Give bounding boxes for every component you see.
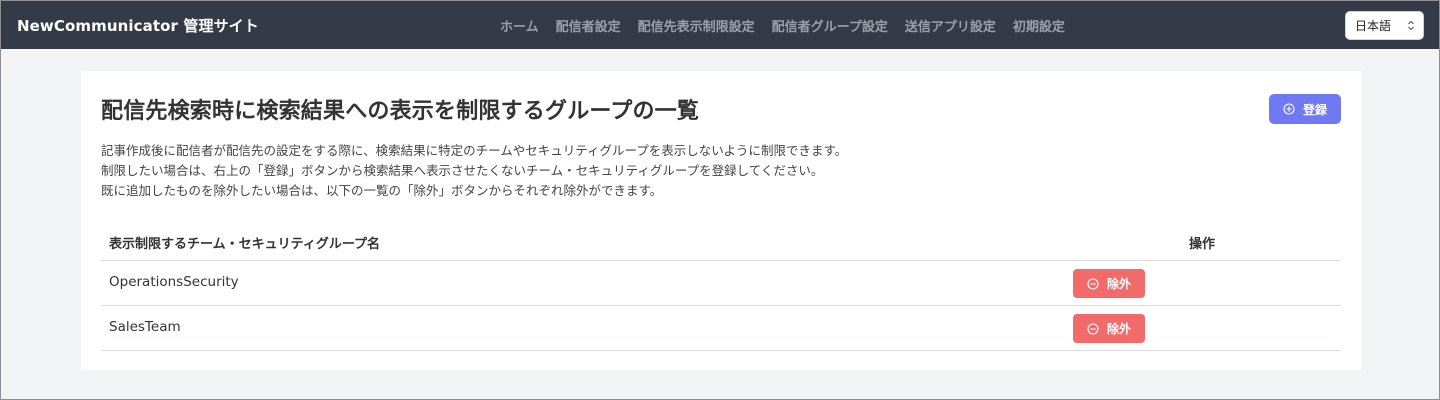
nav-item-sender-settings[interactable]: 配信者設定 [556, 16, 621, 35]
brand-title[interactable]: NewCommunicator 管理サイト [17, 1, 259, 49]
minus-circle-icon [1087, 277, 1099, 290]
nav-item-sender-group-settings[interactable]: 配信者グループ設定 [772, 16, 888, 35]
description-line: 制限したい場合は、右上の「登録」ボタンから検索結果へ表示させたくないチーム・セキ… [101, 163, 824, 178]
nav-item-destination-restriction[interactable]: 配信先表示制限設定 [638, 16, 755, 35]
plus-circle-icon [1283, 103, 1295, 115]
language-select-value: 日本語 [1355, 19, 1392, 33]
top-navbar: NewCommunicator 管理サイト ホーム 配信者設定 配信先表示制限設… [1, 1, 1439, 49]
table-header: 表示制限するチーム・セキュリティグループ名 操作 [101, 222, 1341, 261]
description-line: 既に追加したものを除外したい場合は、以下の一覧の「除外」ボタンからそれぞれ除外が… [101, 183, 663, 198]
remove-button-label: 除外 [1106, 277, 1131, 291]
nav-item-initial-settings[interactable]: 初期設定 [1013, 16, 1065, 35]
description-line: 記事作成後に配信者が配信先の設定をする際に、検索結果に特定のチームやセキュリティ… [101, 143, 848, 158]
group-name-cell: OperationsSecurity [109, 274, 239, 290]
remove-button[interactable]: 除外 [1073, 314, 1145, 343]
page-description: 記事作成後に配信者が配信先の設定をする際に、検索結果に特定のチームやセキュリティ… [101, 141, 1001, 201]
group-name-cell: SalesTeam [109, 319, 181, 335]
app-window: NewCommunicator 管理サイト ホーム 配信者設定 配信先表示制限設… [0, 0, 1440, 400]
chevron-up-down-icon [1408, 20, 1414, 31]
remove-button[interactable]: 除外 [1073, 269, 1145, 298]
register-button[interactable]: 登録 [1269, 94, 1341, 124]
remove-button-label: 除外 [1106, 322, 1131, 336]
table-row: SalesTeam 除外 [101, 306, 1341, 351]
page-title: 配信先検索時に検索結果への表示を制限するグループの一覧 [101, 99, 700, 124]
register-button-label: 登録 [1302, 102, 1327, 117]
main-nav: ホーム 配信者設定 配信先表示制限設定 配信者グループ設定 送信アプリ設定 初期… [500, 1, 1065, 49]
table-row: OperationsSecurity 除外 [101, 261, 1341, 306]
language-select[interactable]: 日本語 [1345, 11, 1424, 40]
nav-item-home[interactable]: ホーム [500, 16, 539, 35]
nav-item-sending-app-settings[interactable]: 送信アプリ設定 [905, 16, 996, 35]
column-header-group-name: 表示制限するチーム・セキュリティグループ名 [109, 237, 381, 252]
restricted-groups-table: 表示制限するチーム・セキュリティグループ名 操作 OperationsSecur… [101, 222, 1341, 351]
content-card: 配信先検索時に検索結果への表示を制限するグループの一覧 登録 記事作成後に配信者… [81, 71, 1361, 370]
minus-circle-icon [1087, 322, 1099, 335]
column-header-action: 操作 [1189, 237, 1216, 252]
